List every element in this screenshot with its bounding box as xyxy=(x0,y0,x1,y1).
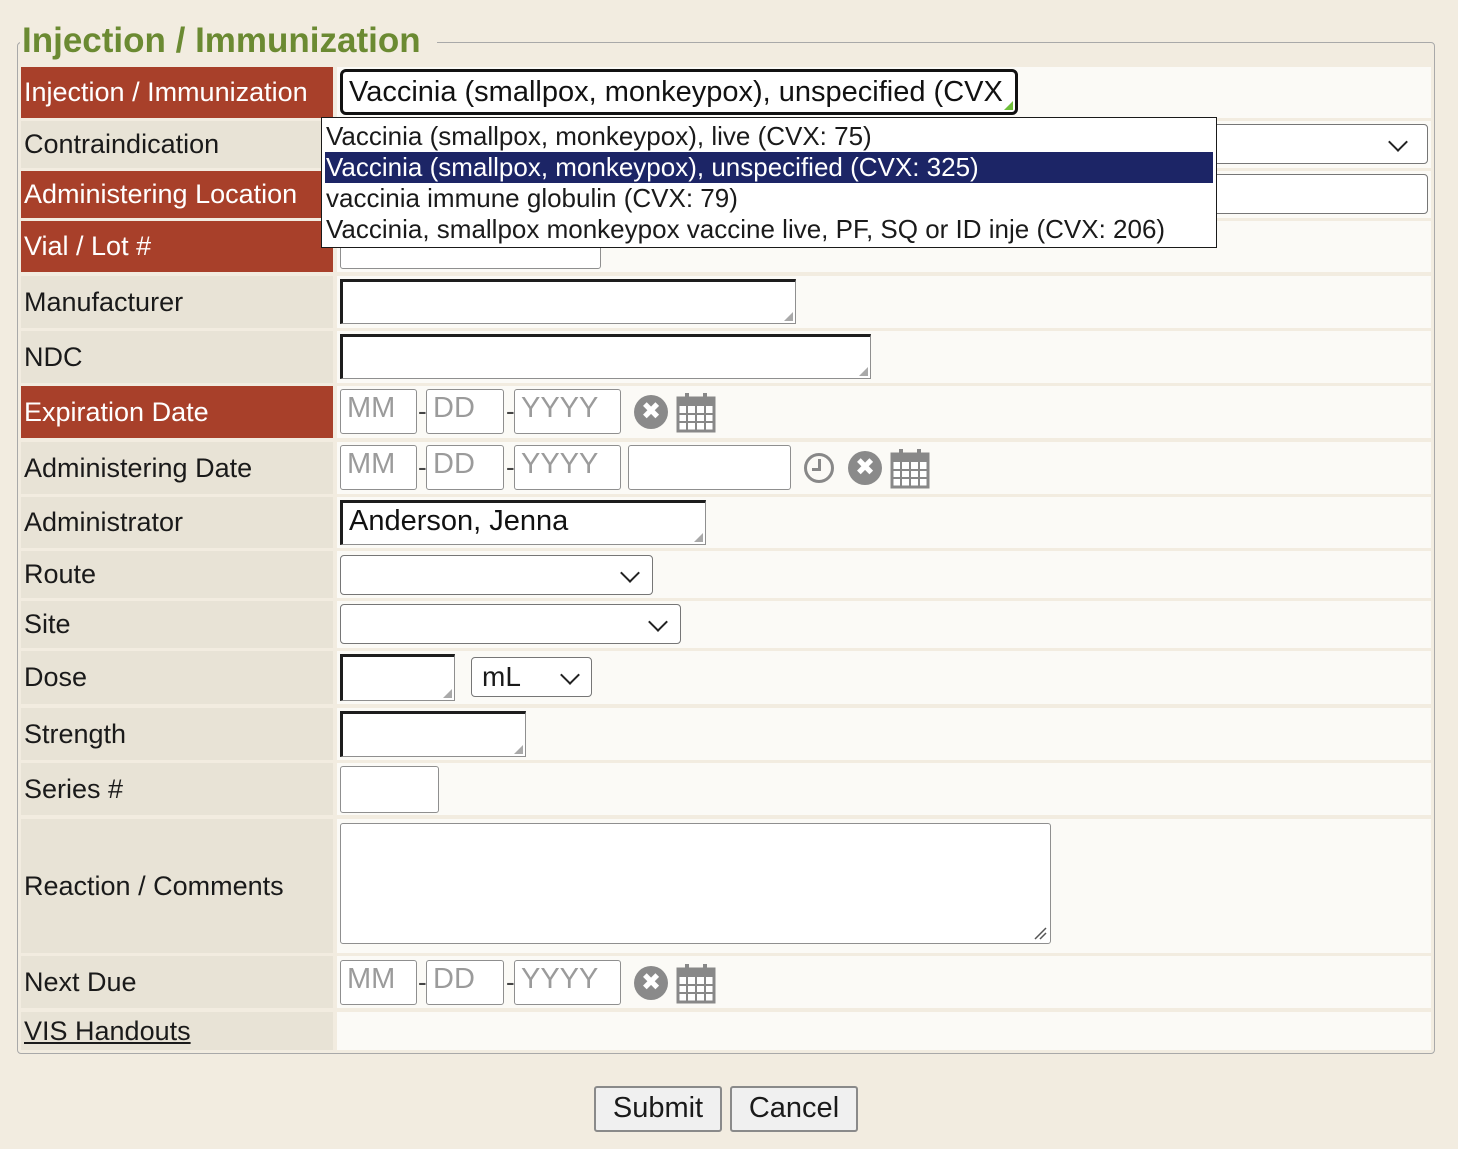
label-administrator: Administrator xyxy=(21,497,333,548)
clear-date-icon[interactable]: ✖ xyxy=(848,451,882,485)
row-next-due: Next Due MM - DD - YYYY ✖ xyxy=(21,956,1431,1008)
ndc-input[interactable] xyxy=(340,334,871,379)
row-vis: VIS Handouts xyxy=(21,1012,1431,1050)
resize-grip-icon xyxy=(514,745,523,754)
label-lot: Vial / Lot # xyxy=(21,221,333,272)
clear-date-icon[interactable]: ✖ xyxy=(634,395,668,429)
resize-grip-icon xyxy=(784,312,793,321)
row-immunization: Injection / Immunization Vaccinia (small… xyxy=(21,67,1431,118)
label-expiration: Expiration Date xyxy=(21,386,333,438)
label-reaction: Reaction / Comments xyxy=(21,819,333,953)
immunization-autocomplete-list: Vaccinia (smallpox, monkeypox), live (CV… xyxy=(321,117,1217,248)
label-series: Series # xyxy=(21,763,333,815)
resize-grip-icon xyxy=(443,689,452,698)
dose-unit-value: mL xyxy=(482,661,521,692)
row-administrator: Administrator Anderson, Jenna xyxy=(21,497,1431,548)
label-admin-date: Administering Date xyxy=(21,442,333,494)
fieldset-legend: Injection / Immunization xyxy=(20,20,437,62)
admin-time-input[interactable] xyxy=(628,445,791,490)
calendar-icon[interactable] xyxy=(890,447,930,489)
autocomplete-option[interactable]: Vaccinia, smallpox monkeypox vaccine liv… xyxy=(325,214,1213,245)
expiration-month[interactable]: MM xyxy=(340,389,417,434)
row-series: Series # xyxy=(21,763,1431,815)
dose-unit-select[interactable]: mL xyxy=(471,657,592,697)
administrator-input[interactable]: Anderson, Jenna xyxy=(340,500,706,545)
vis-handouts-link[interactable]: VIS Handouts xyxy=(24,1016,191,1047)
next-due-year[interactable]: YYYY xyxy=(514,960,621,1005)
row-ndc: NDC xyxy=(21,331,1431,383)
resize-grip-icon xyxy=(1004,101,1013,110)
row-expiration: Expiration Date MM - DD - YYYY ✖ xyxy=(21,386,1431,438)
cancel-button[interactable]: Cancel xyxy=(730,1086,858,1132)
series-input[interactable] xyxy=(340,766,439,813)
admin-year[interactable]: YYYY xyxy=(514,445,621,490)
chevron-down-icon xyxy=(648,612,668,632)
chevron-down-icon xyxy=(1388,132,1408,152)
route-select[interactable] xyxy=(340,555,653,595)
row-admin-date: Administering Date MM - DD - YYYY ✖ xyxy=(21,442,1431,494)
label-ndc: NDC xyxy=(21,331,333,383)
autocomplete-option[interactable]: Vaccinia (smallpox, monkeypox), live (CV… xyxy=(325,121,1213,152)
label-site: Site xyxy=(21,601,333,648)
resize-grip-icon xyxy=(1034,927,1047,940)
label-manufacturer: Manufacturer xyxy=(21,276,333,328)
label-strength: Strength xyxy=(21,708,333,760)
row-site: Site xyxy=(21,601,1431,648)
immunization-value: Vaccinia (smallpox, monkeypox), unspecif… xyxy=(349,76,1003,108)
next-due-month[interactable]: MM xyxy=(340,960,417,1005)
immunization-input[interactable]: Vaccinia (smallpox, monkeypox), unspecif… xyxy=(340,69,1018,115)
resize-grip-icon xyxy=(694,533,703,542)
strength-input[interactable] xyxy=(340,711,526,757)
label-dose: Dose xyxy=(21,651,333,704)
chevron-down-icon xyxy=(560,665,580,685)
admin-month[interactable]: MM xyxy=(340,445,417,490)
site-select[interactable] xyxy=(340,604,681,644)
calendar-icon[interactable] xyxy=(676,962,716,1004)
manufacturer-input[interactable] xyxy=(340,279,796,324)
clear-date-icon[interactable]: ✖ xyxy=(634,966,668,1000)
row-dose: Dose mL xyxy=(21,651,1431,704)
resize-grip-icon xyxy=(859,367,868,376)
autocomplete-option-selected[interactable]: Vaccinia (smallpox, monkeypox), unspecif… xyxy=(325,152,1213,183)
clock-icon[interactable] xyxy=(804,453,834,483)
label-route: Route xyxy=(21,551,333,598)
expiration-year[interactable]: YYYY xyxy=(514,389,621,434)
next-due-day[interactable]: DD xyxy=(426,960,504,1005)
administrator-value: Anderson, Jenna xyxy=(349,505,569,537)
autocomplete-option[interactable]: vaccinia immune globulin (CVX: 79) xyxy=(325,183,1213,214)
label-location: Administering Location xyxy=(21,171,333,218)
label-next-due: Next Due xyxy=(21,956,333,1008)
chevron-down-icon xyxy=(620,563,640,583)
label-immunization: Injection / Immunization xyxy=(21,67,333,118)
calendar-icon[interactable] xyxy=(676,391,716,433)
dose-input[interactable] xyxy=(340,654,455,701)
reaction-textarea[interactable] xyxy=(340,823,1051,944)
row-route: Route xyxy=(21,551,1431,598)
row-manufacturer: Manufacturer xyxy=(21,276,1431,328)
admin-day[interactable]: DD xyxy=(426,445,504,490)
row-reaction: Reaction / Comments xyxy=(21,819,1431,953)
label-contraindication: Contraindication xyxy=(21,121,333,168)
row-strength: Strength xyxy=(21,708,1431,760)
expiration-day[interactable]: DD xyxy=(426,389,504,434)
submit-button[interactable]: Submit xyxy=(594,1086,722,1132)
